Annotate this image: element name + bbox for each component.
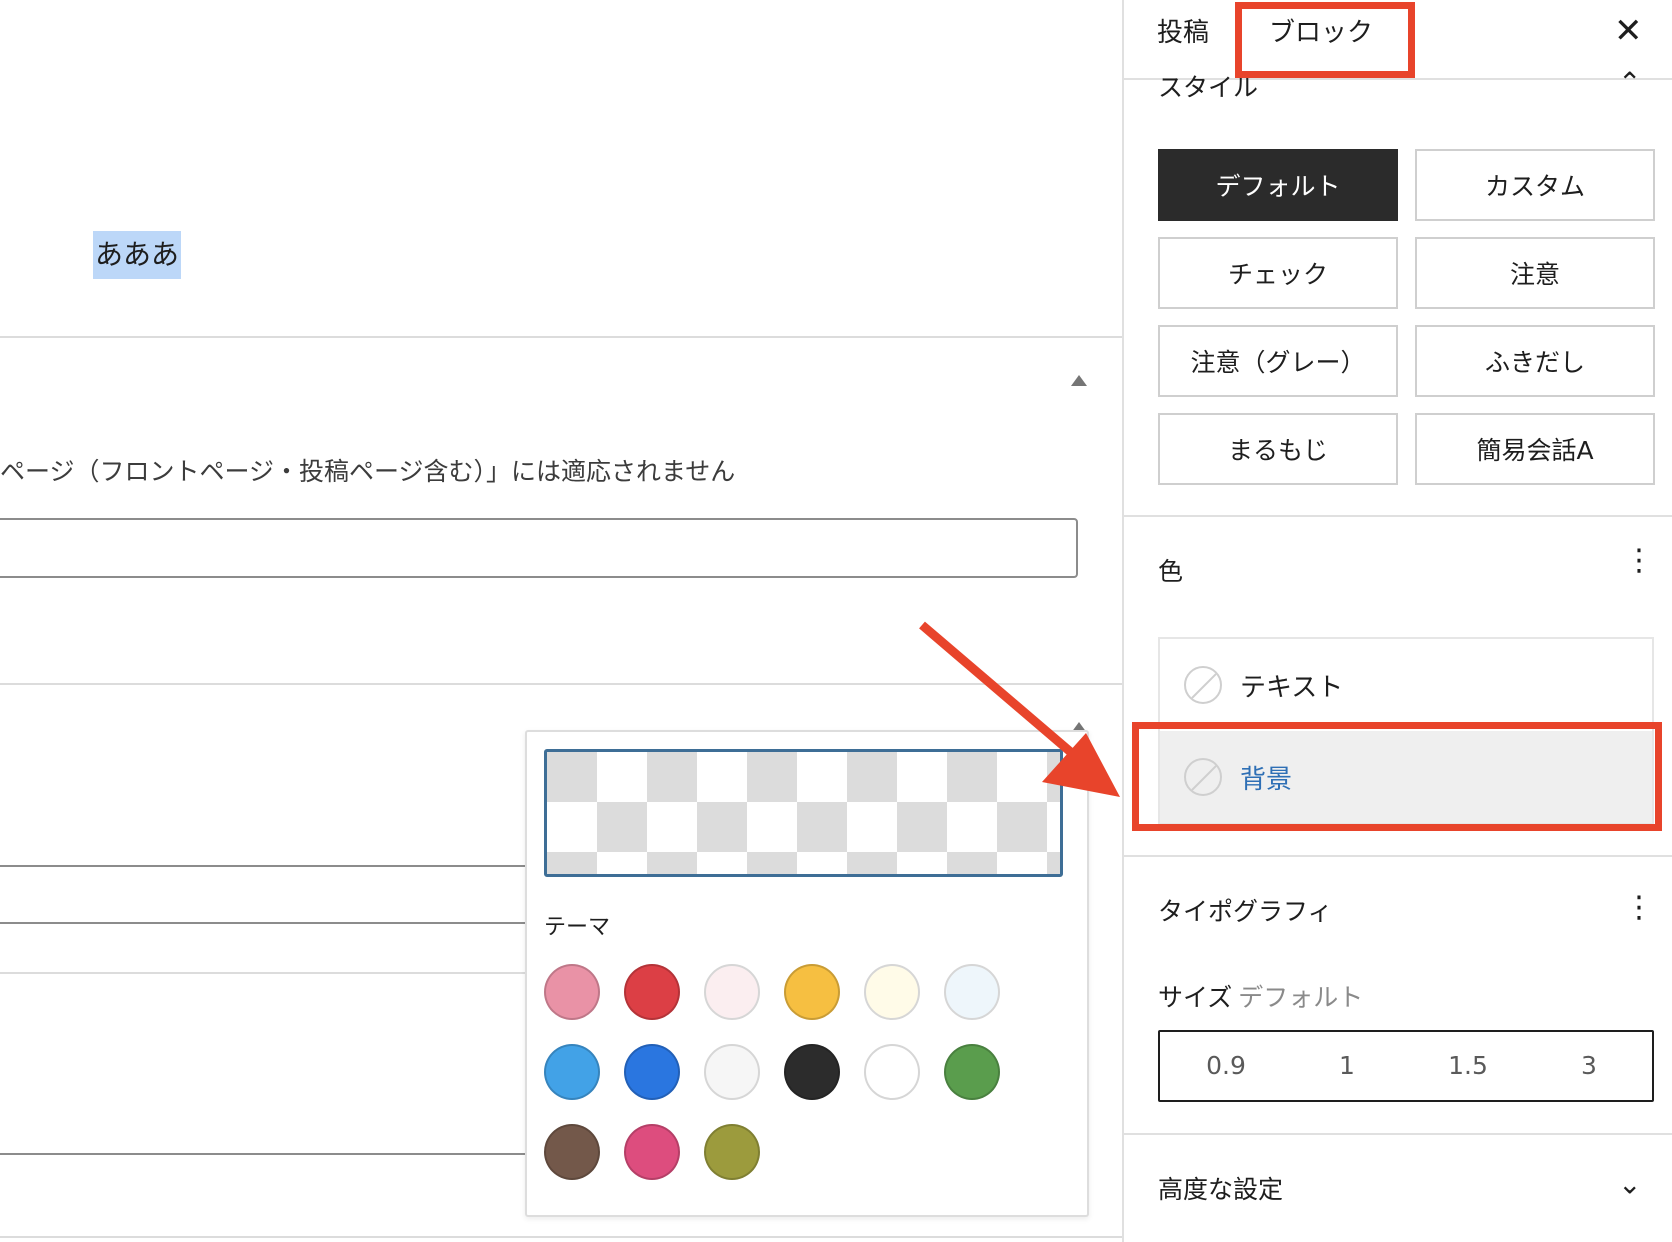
style-button-4[interactable]: 注意 — [1415, 237, 1655, 309]
tab-post[interactable]: 投稿 — [1157, 12, 1209, 49]
style-button-3[interactable]: チェック — [1158, 237, 1398, 309]
field-underline — [0, 922, 530, 924]
no-color-icon — [1184, 666, 1222, 704]
font-size-picker: 0.9 1 1.5 3 — [1158, 1030, 1654, 1102]
color-swatch-black[interactable] — [784, 1044, 840, 1100]
color-swatch-pink[interactable] — [544, 964, 600, 1020]
section-divider — [1124, 1133, 1672, 1135]
color-swatch-light-blue[interactable] — [544, 1044, 600, 1100]
style-button-2[interactable]: カスタム — [1415, 149, 1655, 221]
background-color-label: 背景 — [1240, 765, 1293, 795]
close-icon[interactable]: ✕ — [1614, 14, 1643, 48]
section-divider — [1124, 515, 1672, 517]
color-swatch-pale-gray[interactable] — [704, 1044, 760, 1100]
collapse-up-icon[interactable] — [1071, 375, 1087, 386]
settings-notice-text: ページ（フロントページ・投稿ページ含む）」には適応されません — [0, 457, 736, 486]
size-value-text: デフォルト — [1238, 983, 1364, 1012]
section-divider — [1124, 855, 1672, 857]
font-size-option[interactable]: 3 — [1529, 1032, 1649, 1100]
style-button-5[interactable]: 注意（グレー） — [1158, 325, 1398, 397]
font-size-option[interactable]: 1 — [1287, 1032, 1407, 1100]
text-color-row[interactable]: テキスト — [1160, 639, 1652, 731]
font-size-option[interactable]: 0.9 — [1166, 1032, 1286, 1100]
color-swatch-yellow[interactable] — [784, 964, 840, 1020]
field-underline — [0, 1153, 530, 1155]
block-settings-sidebar: 投稿 ブロック ✕ スタイル ⌃ デフォルト カスタム チェック 注意 注意（グレー）ふ… — [1122, 0, 1672, 1242]
color-swatch-pale-pink[interactable] — [704, 964, 760, 1020]
color-settings-panel: テキスト 背景 — [1158, 637, 1654, 825]
block-divider — [0, 336, 1122, 338]
chevron-up-icon[interactable]: ⌃ — [1618, 66, 1641, 99]
color-swatch-magenta[interactable] — [624, 1124, 680, 1180]
size-label-text: サイズ — [1158, 983, 1233, 1012]
style-section-title: スタイル — [1158, 73, 1259, 102]
style-button-1[interactable]: デフォルト — [1158, 149, 1398, 221]
settings-text-input[interactable] — [0, 518, 1078, 578]
palette-label: テーマ — [544, 915, 611, 940]
color-swatch-olive[interactable] — [704, 1124, 760, 1180]
style-button-6[interactable]: ふきだし — [1415, 325, 1655, 397]
color-section-title: 色 — [1158, 557, 1184, 586]
no-color-icon — [1184, 758, 1222, 796]
font-size-label: サイズ デフォルト — [1158, 978, 1363, 1014]
tab-block[interactable]: ブロック — [1269, 12, 1373, 49]
color-swatch-red[interactable] — [624, 964, 680, 1020]
color-swatch-pale-blue[interactable] — [944, 964, 1000, 1020]
color-swatch-green[interactable] — [944, 1044, 1000, 1100]
color-swatch-brown[interactable] — [544, 1124, 600, 1180]
bottom-divider — [0, 1236, 1122, 1238]
field-underline — [0, 865, 530, 867]
chevron-down-icon[interactable]: ⌃ — [1618, 1166, 1641, 1199]
annotation-arrow-icon — [919, 621, 1120, 797]
style-button-8[interactable]: 簡易会話A — [1415, 413, 1655, 485]
style-button-7[interactable]: まるもじ — [1158, 413, 1398, 485]
color-swatch-pale-yellow[interactable] — [864, 964, 920, 1020]
advanced-section-title[interactable]: 高度な設定 — [1158, 1170, 1283, 1206]
text-color-label: テキスト — [1240, 673, 1344, 703]
font-size-option[interactable]: 1.5 — [1408, 1032, 1528, 1100]
background-color-row[interactable]: 背景 — [1160, 731, 1652, 823]
selected-paragraph-text[interactable]: あああ — [93, 231, 182, 279]
typography-section-title: タイポグラフィ — [1158, 897, 1333, 926]
block-divider — [0, 972, 530, 974]
color-swatch-blue[interactable] — [624, 1044, 680, 1100]
color-swatch-white[interactable] — [864, 1044, 920, 1100]
more-options-icon[interactable]: ⋮ — [1624, 546, 1654, 576]
more-options-icon[interactable]: ⋮ — [1624, 893, 1654, 923]
